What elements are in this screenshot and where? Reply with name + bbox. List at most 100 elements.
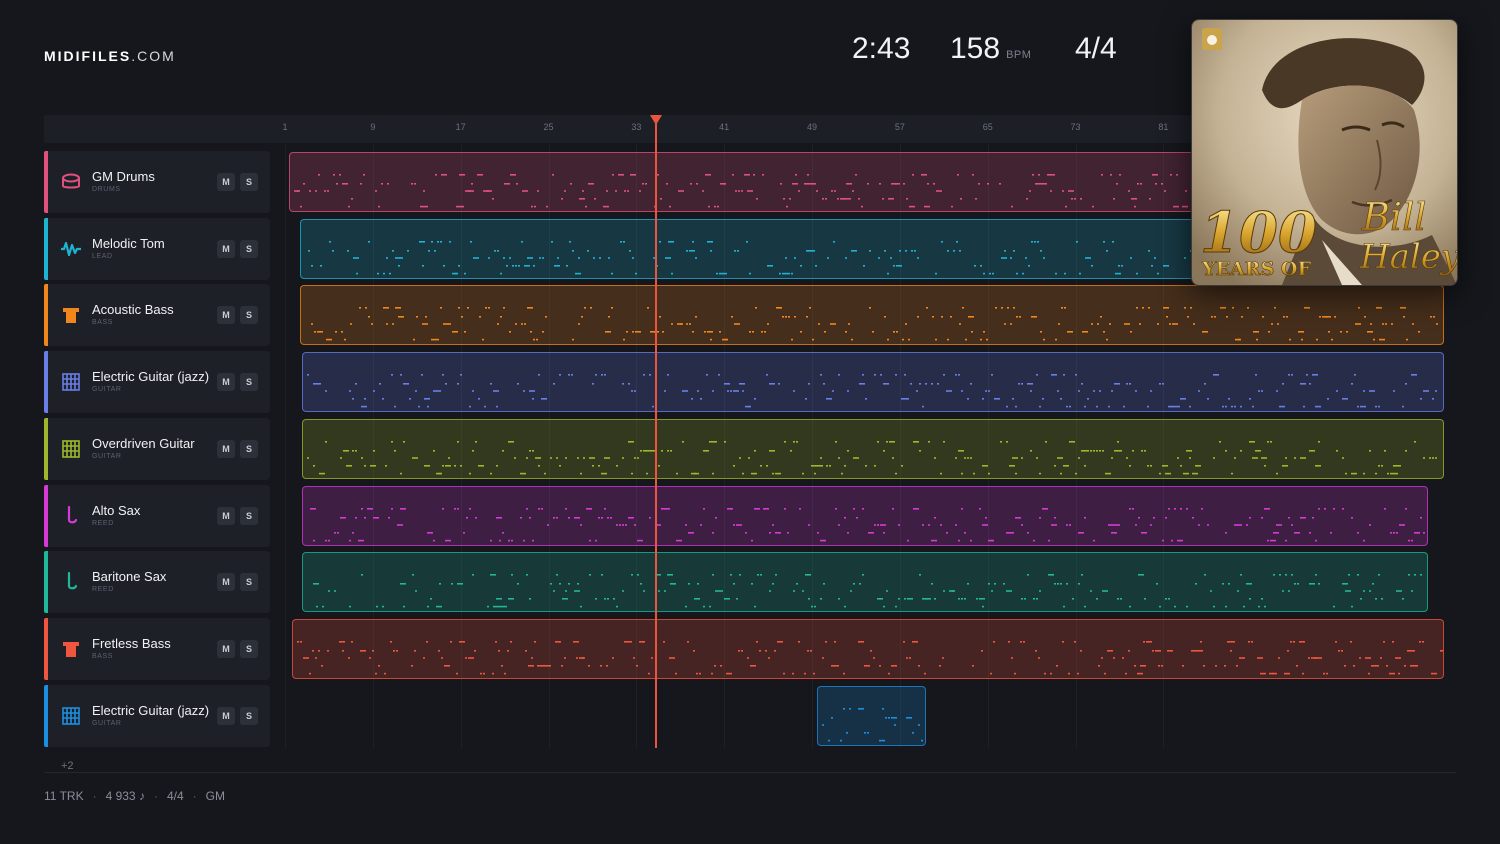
ruler-tick: 1 bbox=[282, 122, 288, 132]
track-name: Electric Guitar (jazz) bbox=[92, 702, 210, 718]
track-type: REED bbox=[92, 586, 114, 594]
mute-button[interactable]: M bbox=[217, 639, 235, 658]
clip-notes bbox=[310, 507, 1425, 541]
solo-button[interactable]: S bbox=[240, 373, 258, 392]
track-header[interactable]: Electric Guitar (jazz) GUITAR M S bbox=[44, 684, 270, 747]
midi-clip[interactable] bbox=[817, 685, 926, 746]
footer-standard: GM bbox=[205, 789, 225, 803]
track-header[interactable]: Electric Guitar (jazz) GUITAR M S bbox=[44, 351, 270, 414]
playhead-line[interactable] bbox=[655, 122, 657, 748]
solo-button[interactable]: S bbox=[240, 173, 258, 191]
footer-meter: 4/4 bbox=[166, 789, 184, 803]
mute-button[interactable]: M bbox=[217, 573, 235, 592]
clip-notes bbox=[311, 307, 1438, 341]
ruler-tick: 57 bbox=[894, 122, 905, 132]
track-type: DRUMS bbox=[92, 186, 121, 193]
midi-clip[interactable] bbox=[292, 618, 1444, 679]
midi-clip[interactable] bbox=[302, 418, 1444, 479]
track-header[interactable]: Fretless Bass BASS M S bbox=[44, 617, 270, 680]
ruler-tick: 17 bbox=[455, 122, 466, 132]
ruler-tick: 49 bbox=[807, 122, 818, 132]
track-name: Electric Guitar (jazz) bbox=[92, 369, 210, 385]
midi-clip[interactable] bbox=[302, 352, 1444, 413]
mute-button[interactable]: M bbox=[217, 239, 235, 258]
track-type: GUITAR bbox=[92, 452, 122, 460]
solo-button[interactable]: S bbox=[240, 573, 258, 592]
album-cover: 100 YEARS OF Bill Haley bbox=[1191, 19, 1458, 286]
solo-button[interactable]: S bbox=[240, 639, 258, 658]
time-display: 2:43 bbox=[852, 32, 911, 65]
more-tracks-indicator[interactable]: +2 bbox=[61, 760, 74, 772]
track-name: Alto Sax bbox=[92, 502, 141, 518]
midi-clip[interactable] bbox=[300, 285, 1444, 346]
solo-button[interactable]: S bbox=[240, 506, 258, 525]
playhead-handle[interactable] bbox=[650, 115, 662, 125]
brand-domain: .COM bbox=[131, 48, 176, 64]
solo-button[interactable]: S bbox=[240, 439, 258, 458]
track-type: GUITAR bbox=[92, 386, 122, 394]
ruler-tick: 25 bbox=[543, 122, 554, 132]
footer-divider bbox=[44, 772, 1456, 773]
solo-button[interactable]: S bbox=[240, 239, 258, 258]
track-header[interactable]: Melodic Tom LEAD M S bbox=[44, 217, 270, 280]
ruler-tick: 33 bbox=[631, 122, 642, 132]
clip-notes bbox=[307, 440, 1437, 475]
mute-button[interactable]: M bbox=[217, 373, 235, 392]
track-header[interactable]: Overdriven Guitar GUITAR M S bbox=[44, 417, 270, 480]
clip-notes bbox=[313, 574, 1422, 608]
album-title-number: 100 bbox=[1200, 200, 1317, 266]
ruler-tick: 73 bbox=[1070, 122, 1081, 132]
track-header[interactable]: Baritone Sax REED M S bbox=[44, 551, 270, 614]
bass-icon bbox=[60, 638, 82, 660]
track-color-bar bbox=[44, 484, 48, 547]
track-header[interactable]: GM Drums DRUMS M S bbox=[44, 151, 270, 213]
ruler-tick: 41 bbox=[719, 122, 730, 132]
track-header[interactable]: Alto Sax REED M S bbox=[44, 484, 270, 547]
guitar-icon bbox=[60, 705, 82, 727]
grid-line bbox=[285, 143, 286, 748]
mute-button[interactable]: M bbox=[217, 439, 235, 458]
track-name: Overdriven Guitar bbox=[92, 435, 195, 451]
track-type: BASS bbox=[92, 319, 114, 327]
track-type: BASS bbox=[92, 652, 114, 660]
album-artwork: 100 YEARS OF Bill Haley bbox=[1192, 20, 1457, 285]
track-color-bar bbox=[44, 417, 48, 480]
time-signature-display: 4/4 bbox=[1075, 32, 1117, 65]
track-color-bar bbox=[44, 217, 48, 280]
track-color-bar bbox=[44, 351, 48, 414]
note-count: 4 933 ♪ bbox=[105, 789, 145, 803]
guitar-icon bbox=[60, 371, 82, 393]
ruler-tick: 81 bbox=[1158, 122, 1169, 132]
clip-notes bbox=[307, 374, 1437, 408]
track-name: Melodic Tom bbox=[92, 235, 165, 251]
bass-icon bbox=[60, 304, 82, 326]
midi-clip[interactable] bbox=[302, 552, 1428, 613]
drum-icon bbox=[60, 171, 82, 193]
solo-button[interactable]: S bbox=[240, 306, 258, 325]
mute-button[interactable]: M bbox=[217, 706, 235, 725]
track-color-bar bbox=[44, 151, 48, 213]
track-name: GM Drums bbox=[92, 169, 155, 184]
ruler-tick: 9 bbox=[370, 122, 376, 132]
track-type: GUITAR bbox=[92, 719, 122, 727]
guitar-icon bbox=[60, 438, 82, 460]
tempo-unit: BPM bbox=[1006, 49, 1032, 61]
clip-notes bbox=[822, 707, 923, 741]
mute-button[interactable]: M bbox=[217, 306, 235, 325]
track-name: Baritone Sax bbox=[92, 569, 167, 585]
ruler-tick: 65 bbox=[982, 122, 993, 132]
sax-icon bbox=[60, 505, 82, 527]
album-artist-last: Haley bbox=[1359, 237, 1457, 277]
track-name: Acoustic Bass bbox=[92, 302, 174, 318]
brand-logo[interactable]: MIDIFILES.COM bbox=[44, 48, 176, 64]
solo-button[interactable]: S bbox=[240, 706, 258, 725]
track-header[interactable]: Acoustic Bass BASS M S bbox=[44, 284, 270, 347]
status-footer: 11 TRK · 4 933 ♪ · 4/4 · GM bbox=[44, 789, 225, 803]
track-color-bar bbox=[44, 284, 48, 347]
mute-button[interactable]: M bbox=[217, 506, 235, 525]
tempo-display: 158 BPM bbox=[950, 32, 1031, 66]
track-count: 11 TRK bbox=[44, 789, 84, 803]
midi-clip[interactable] bbox=[302, 485, 1428, 546]
mute-button[interactable]: M bbox=[217, 173, 235, 191]
track-color-bar bbox=[44, 617, 48, 680]
